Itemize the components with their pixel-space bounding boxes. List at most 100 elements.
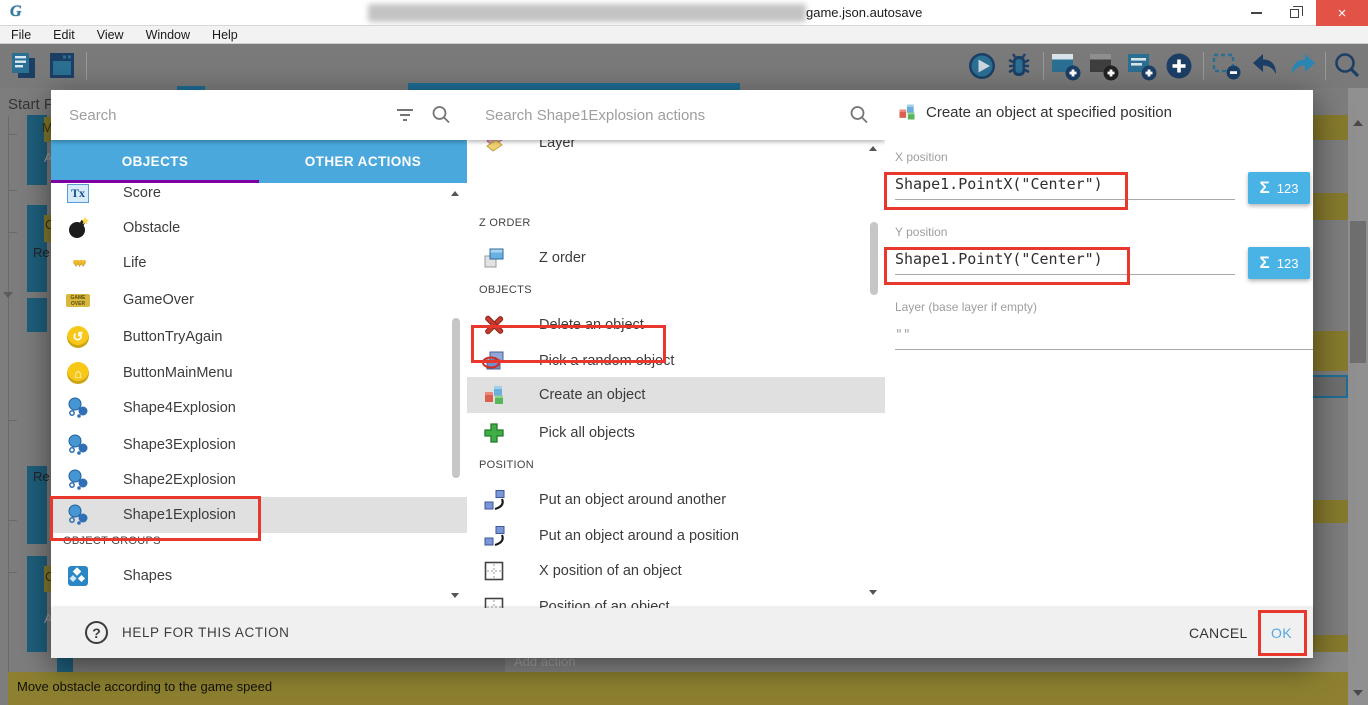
menu-view[interactable]: View bbox=[86, 26, 135, 44]
scroll-up-icon[interactable] bbox=[451, 191, 459, 196]
group-icon bbox=[66, 564, 90, 588]
pick-random-icon bbox=[482, 349, 506, 373]
app-logo-icon: G bbox=[10, 3, 22, 21]
scroll-down-icon[interactable] bbox=[869, 590, 877, 595]
action-header: Create an object at specified position bbox=[897, 102, 1172, 122]
scrollbar-thumb[interactable] bbox=[452, 318, 460, 478]
event-comment-text: Move obstacle according to the game spee… bbox=[17, 679, 272, 694]
pick-all-icon bbox=[482, 421, 506, 445]
add-circle-icon[interactable] bbox=[1163, 50, 1195, 82]
tree-tick bbox=[8, 232, 17, 233]
debug-icon[interactable] bbox=[1003, 50, 1035, 82]
action-editor-dialog: OBJECTS OTHER ACTIONS Tx Score bbox=[51, 90, 1313, 658]
layer-field[interactable] bbox=[895, 328, 1313, 350]
object-label: Shape1Explosion bbox=[123, 507, 236, 523]
particles-icon bbox=[66, 396, 90, 420]
close-button[interactable]: × bbox=[1316, 0, 1368, 26]
comment-block bbox=[1313, 115, 1348, 140]
list-item-buttontryagain[interactable]: ↺ ButtonTryAgain bbox=[51, 319, 467, 355]
undo-icon[interactable] bbox=[1249, 50, 1281, 82]
redo-icon[interactable] bbox=[1287, 50, 1319, 82]
filter-icon[interactable] bbox=[395, 106, 415, 124]
project-manager-icon[interactable] bbox=[8, 50, 40, 82]
remove-event-icon[interactable] bbox=[1211, 50, 1243, 82]
minimize-icon bbox=[1251, 12, 1262, 14]
ok-button[interactable]: OK bbox=[1271, 620, 1292, 646]
action-item-create-object-selected[interactable]: Create an object bbox=[467, 377, 885, 413]
action-item-layer[interactable]: Layer bbox=[467, 140, 885, 161]
help-button[interactable]: ? HELP FOR THIS ACTION bbox=[85, 621, 290, 644]
restore-button[interactable] bbox=[1278, 0, 1310, 26]
object-label: Shapes bbox=[123, 568, 172, 584]
scrollbar-thumb[interactable] bbox=[870, 222, 878, 295]
object-label: Shape2Explosion bbox=[123, 472, 236, 488]
list-item-shapes-group[interactable]: Shapes bbox=[51, 558, 467, 594]
add-comment-icon[interactable] bbox=[1126, 50, 1158, 82]
bomb-icon bbox=[66, 216, 90, 240]
list-item-score[interactable]: Tx Score bbox=[51, 183, 467, 211]
expression-123-label: 123 bbox=[1277, 256, 1299, 271]
x-position-field[interactable] bbox=[895, 175, 1235, 200]
tab-other-actions-label: OTHER ACTIONS bbox=[305, 154, 421, 169]
tree-tick bbox=[8, 520, 17, 521]
menu-window[interactable]: Window bbox=[135, 26, 201, 44]
scroll-up-icon[interactable] bbox=[869, 146, 877, 151]
cancel-button[interactable]: CANCEL bbox=[1189, 620, 1248, 646]
action-item-position[interactable]: Position of an object bbox=[467, 589, 885, 608]
action-label: Z order bbox=[539, 250, 586, 266]
action-search-input[interactable] bbox=[485, 107, 849, 124]
action-title: Create an object at specified position bbox=[926, 104, 1172, 121]
menu-file[interactable]: File bbox=[0, 26, 42, 44]
minimize-button[interactable] bbox=[1240, 0, 1272, 26]
action-item-pick-all[interactable]: Pick all objects bbox=[467, 415, 885, 451]
y-expression-button[interactable]: Σ 123 bbox=[1248, 247, 1310, 279]
list-item-buttonmainmenu[interactable]: ⌂ ButtonMainMenu bbox=[51, 355, 467, 391]
section-objects: OBJECTS bbox=[479, 284, 532, 296]
add-event-icon[interactable] bbox=[1050, 50, 1082, 82]
action-item-pick-random[interactable]: Pick a random object bbox=[467, 343, 885, 379]
action-item-z-order[interactable]: Z order bbox=[467, 240, 885, 276]
list-item-shape3explosion[interactable]: Shape3Explosion bbox=[51, 427, 467, 463]
toolbar-separator bbox=[86, 52, 87, 80]
title-bar: G game.json.autosave × bbox=[0, 0, 1368, 26]
position-icon bbox=[482, 559, 506, 583]
tree-tick bbox=[8, 134, 17, 135]
search-toolbar-icon[interactable] bbox=[1331, 50, 1363, 82]
list-item-life[interactable]: ♥♥♥ Life bbox=[51, 245, 467, 281]
x-expression-button[interactable]: Σ 123 bbox=[1248, 172, 1310, 204]
scene-editor-icon[interactable] bbox=[46, 50, 78, 82]
scroll-down-icon bbox=[1353, 690, 1363, 696]
action-item-delete-object[interactable]: Delete an object bbox=[467, 307, 885, 343]
action-item-x-position[interactable]: X position of an object bbox=[467, 553, 885, 589]
list-item-shape4explosion[interactable]: Shape4Explosion bbox=[51, 390, 467, 426]
menu-edit[interactable]: Edit bbox=[42, 26, 86, 44]
list-item-shape1explosion-selected[interactable]: Shape1Explosion bbox=[51, 497, 467, 533]
retry-button-icon: ↺ bbox=[67, 326, 89, 348]
particles-icon bbox=[66, 468, 90, 492]
toolbar-separator bbox=[1043, 52, 1044, 80]
search-icon[interactable] bbox=[849, 105, 869, 125]
y-position-field[interactable] bbox=[895, 250, 1235, 275]
list-item-obstacle[interactable]: Obstacle bbox=[51, 210, 467, 246]
action-list: Layer Z ORDER Z order OBJECTS bbox=[467, 140, 885, 608]
action-item-put-around-another[interactable]: Put an object around another bbox=[467, 482, 885, 518]
x-position-label: X position bbox=[895, 150, 948, 164]
text-object-icon: Tx bbox=[67, 184, 89, 203]
section-z-order: Z ORDER bbox=[479, 217, 531, 229]
list-item-gameover[interactable]: GAME OVER GameOver bbox=[51, 282, 467, 318]
scroll-down-icon[interactable] bbox=[451, 593, 459, 598]
object-label: Shape4Explosion bbox=[123, 400, 236, 416]
search-icon[interactable] bbox=[431, 105, 451, 125]
section-position: POSITION bbox=[479, 459, 534, 471]
menu-help[interactable]: Help bbox=[201, 26, 249, 44]
action-label: Put an object around another bbox=[539, 492, 726, 508]
play-icon[interactable] bbox=[966, 50, 998, 82]
list-item-shape2explosion[interactable]: Shape2Explosion bbox=[51, 462, 467, 498]
object-search-input[interactable] bbox=[69, 107, 395, 124]
hearts-icon: ♥♥♥ bbox=[73, 257, 84, 269]
tab-objects[interactable]: OBJECTS bbox=[51, 140, 259, 183]
action-item-put-around-position[interactable]: Put an object around a position bbox=[467, 518, 885, 554]
tab-other-actions[interactable]: OTHER ACTIONS bbox=[259, 140, 467, 183]
add-subevent-icon[interactable] bbox=[1088, 50, 1120, 82]
delete-icon bbox=[482, 313, 506, 337]
